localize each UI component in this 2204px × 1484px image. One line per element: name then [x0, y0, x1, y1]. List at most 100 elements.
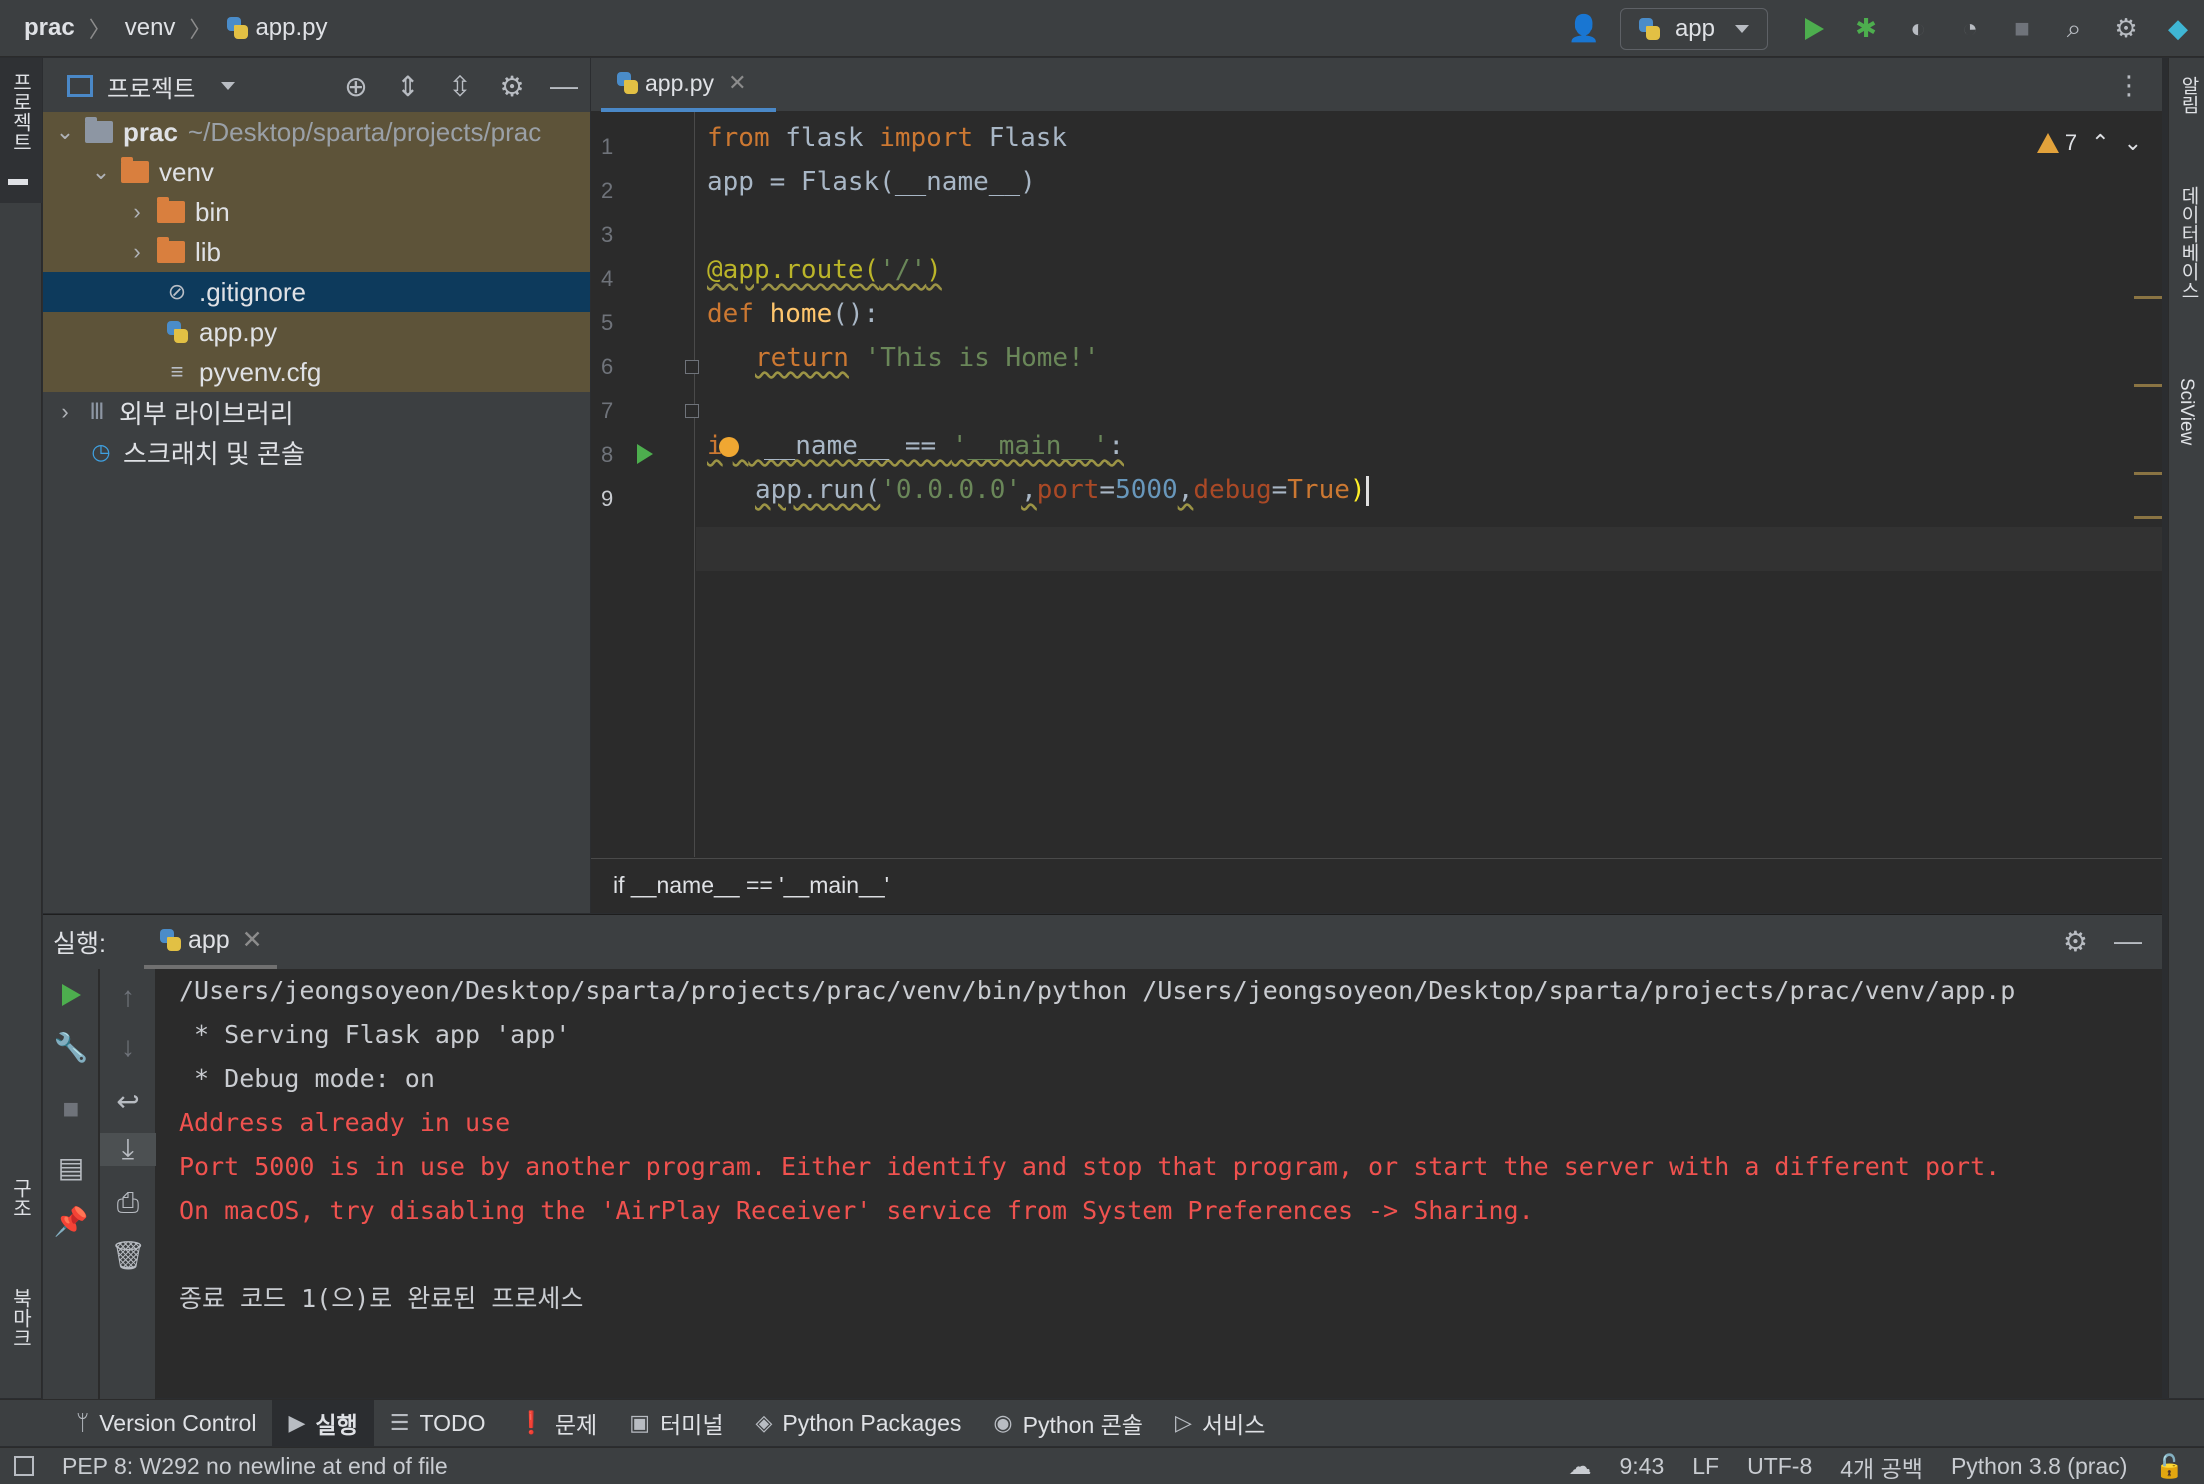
- caret-position[interactable]: 9:43: [1619, 1453, 1664, 1480]
- pin-icon[interactable]: 📌: [43, 1205, 99, 1238]
- panel-toggle-icon[interactable]: [14, 1456, 34, 1476]
- stop-button[interactable]: ■: [43, 1093, 99, 1125]
- tree-item-venv[interactable]: ⌄ venv: [43, 152, 590, 192]
- python-file-icon: [225, 16, 249, 40]
- scroll-to-end-icon[interactable]: ⤓: [100, 1133, 156, 1166]
- chevron-down-icon[interactable]: ⌄: [89, 159, 113, 185]
- code-breadcrumb[interactable]: if __name__ == '__main__': [591, 858, 2162, 913]
- line-separator[interactable]: LF: [1692, 1453, 1719, 1480]
- sciview-tool-label[interactable]: SciView: [2175, 378, 2197, 445]
- arrow-down-icon[interactable]: ↓: [100, 1031, 156, 1063]
- chevron-right-icon[interactable]: ›: [53, 399, 77, 425]
- chevron-up-icon[interactable]: ⌃: [2091, 130, 2109, 156]
- console-output[interactable]: /Users/jeongsoyeon/Desktop/sparta/projec…: [179, 969, 2162, 1444]
- status-message[interactable]: PEP 8: W292 no newline at end of file: [62, 1453, 448, 1480]
- tab-problems[interactable]: ❗ 문제: [501, 1400, 613, 1447]
- notifications-tool-label[interactable]: 알림: [2175, 76, 2202, 114]
- lock-icon[interactable]: 🔓: [2155, 1453, 2184, 1480]
- chevron-down-icon[interactable]: ⌄: [2124, 130, 2142, 156]
- search-icon[interactable]: ⌕: [2056, 11, 2092, 47]
- scrollbar-warning-mark[interactable]: [2134, 384, 2162, 387]
- tree-item-gitignore[interactable]: ⊘ .gitignore: [43, 272, 590, 312]
- project-tool-label[interactable]: 프로젝트: [6, 72, 35, 152]
- code-line-4[interactable]: @app.route('/'): [707, 248, 942, 292]
- jetbrains-logo-icon[interactable]: ◆: [2160, 11, 2196, 47]
- more-options-icon[interactable]: ⋮: [2116, 70, 2142, 101]
- tab-version-control[interactable]: ᛘ Version Control: [60, 1400, 272, 1447]
- code-line-2[interactable]: app = Flask(__name__): [707, 160, 1036, 204]
- chevron-right-icon[interactable]: ›: [125, 239, 149, 265]
- code-line-8[interactable]: if __name__ == '__main__':: [707, 424, 1124, 468]
- tree-item-bin[interactable]: › bin: [43, 192, 590, 232]
- wrench-icon[interactable]: 🔧: [43, 1031, 99, 1064]
- tree-item-app-py[interactable]: app.py: [43, 312, 590, 352]
- minimize-icon[interactable]: —: [2114, 925, 2142, 958]
- tab-python-packages[interactable]: ◈ Python Packages: [739, 1400, 977, 1447]
- tab-app-py[interactable]: app.py ✕: [601, 58, 776, 112]
- tree-item-prac[interactable]: ⌄ prac ~/Desktop/sparta/projects/prac: [43, 112, 590, 152]
- close-icon[interactable]: ✕: [728, 70, 746, 96]
- alert-icon: ❗: [517, 1410, 545, 1435]
- expand-all-icon[interactable]: ⇕: [382, 70, 434, 103]
- tool-window-bar: ᛘ Version Control ▶ 실행 ☰ TODO ❗ 문제 ▣ 터미널 ◈ Pyt…: [0, 1399, 2204, 1447]
- python-interpreter[interactable]: Python 3.8 (prac): [1951, 1453, 2127, 1480]
- tab-python-console[interactable]: ◉ Python 콘솔: [977, 1400, 1159, 1447]
- layout-icon[interactable]: ▤: [43, 1151, 99, 1184]
- gear-icon[interactable]: ⚙: [486, 70, 538, 103]
- chevron-down-icon[interactable]: [221, 82, 236, 90]
- project-panel-title[interactable]: 프로젝트: [107, 69, 195, 104]
- folder-icon: [121, 157, 149, 183]
- scrollbar-warning-mark[interactable]: [2134, 472, 2162, 475]
- rerun-button[interactable]: [43, 981, 99, 1013]
- file-encoding[interactable]: UTF-8: [1747, 1453, 1812, 1480]
- run-gutter-icon[interactable]: [637, 444, 653, 464]
- gear-icon[interactable]: ⚙: [2063, 925, 2088, 958]
- debug-button[interactable]: ✱: [1848, 11, 1884, 47]
- code-line-5[interactable]: def home():: [707, 292, 879, 336]
- breadcrumb-project[interactable]: prac: [24, 14, 75, 42]
- tree-item-scratches[interactable]: ◷ 스크래치 및 콘솔: [43, 432, 590, 472]
- print-icon[interactable]: ⎙: [100, 1187, 156, 1220]
- close-icon[interactable]: ✕: [242, 925, 263, 955]
- tab-run[interactable]: ▶ 실행: [272, 1399, 374, 1447]
- stop-button[interactable]: ■: [2004, 11, 2040, 47]
- user-icon[interactable]: 👤: [1566, 11, 1602, 47]
- inspection-widget[interactable]: 7 ⌃ ⌄: [2036, 130, 2142, 156]
- tab-terminal[interactable]: ▣ 터미널: [613, 1400, 739, 1447]
- chevron-right-icon[interactable]: ›: [125, 199, 149, 225]
- tree-item-pyvenv-cfg[interactable]: ≡ pyvenv.cfg: [43, 352, 590, 392]
- soft-wrap-icon[interactable]: ↩: [100, 1085, 156, 1118]
- run-panel-label: 실행:: [53, 930, 106, 958]
- minimize-icon[interactable]: —: [538, 70, 590, 102]
- code-line-6[interactable]: return 'This is Home!': [755, 336, 1099, 380]
- chevron-down-icon[interactable]: ⌄: [53, 119, 77, 145]
- scrollbar-warning-mark[interactable]: [2134, 296, 2162, 299]
- run-button[interactable]: [1796, 11, 1832, 47]
- fold-marker-icon[interactable]: [685, 360, 699, 374]
- trash-icon[interactable]: 🗑: [100, 1239, 156, 1272]
- tab-services[interactable]: ▷ 서비스: [1159, 1400, 1281, 1447]
- indent-setting[interactable]: 4개 공백: [1840, 1450, 1923, 1484]
- tab-todo[interactable]: ☰ TODO: [374, 1400, 502, 1447]
- run-config-selector[interactable]: app: [1619, 7, 1768, 50]
- code-line-1[interactable]: from flask import Flask: [707, 116, 1067, 160]
- locate-icon[interactable]: ⊕: [330, 70, 382, 103]
- profile-button[interactable]: ◔: [1952, 11, 1988, 47]
- tree-item-lib[interactable]: › lib: [43, 232, 590, 272]
- coverage-button[interactable]: ◐: [1900, 11, 1936, 47]
- database-tool-label[interactable]: 데이터베이스: [2175, 186, 2202, 300]
- bookmarks-tool-label[interactable]: 북마크: [6, 1288, 35, 1348]
- breadcrumb-file[interactable]: app.py: [255, 14, 327, 42]
- cloud-settings-icon[interactable]: ☁: [1568, 1453, 1591, 1480]
- run-tab-app[interactable]: app ✕: [143, 915, 277, 969]
- scrollbar-warning-mark[interactable]: [2134, 516, 2162, 519]
- gear-icon[interactable]: ⚙: [2108, 11, 2144, 47]
- structure-tool-label[interactable]: 구조: [6, 1178, 35, 1218]
- code-breadcrumb-label[interactable]: if __name__ == '__main__': [613, 872, 889, 898]
- collapse-all-icon[interactable]: ⇳: [434, 70, 486, 103]
- code-line-9[interactable]: app.run('0.0.0.0',port=5000,debug=True): [755, 468, 1369, 512]
- arrow-up-icon[interactable]: ↑: [100, 981, 156, 1013]
- tree-item-external-libraries[interactable]: › Ⅲ 외부 라이브러리: [43, 392, 590, 432]
- fold-marker-icon[interactable]: [685, 404, 699, 418]
- breadcrumb-folder[interactable]: venv: [125, 14, 176, 42]
